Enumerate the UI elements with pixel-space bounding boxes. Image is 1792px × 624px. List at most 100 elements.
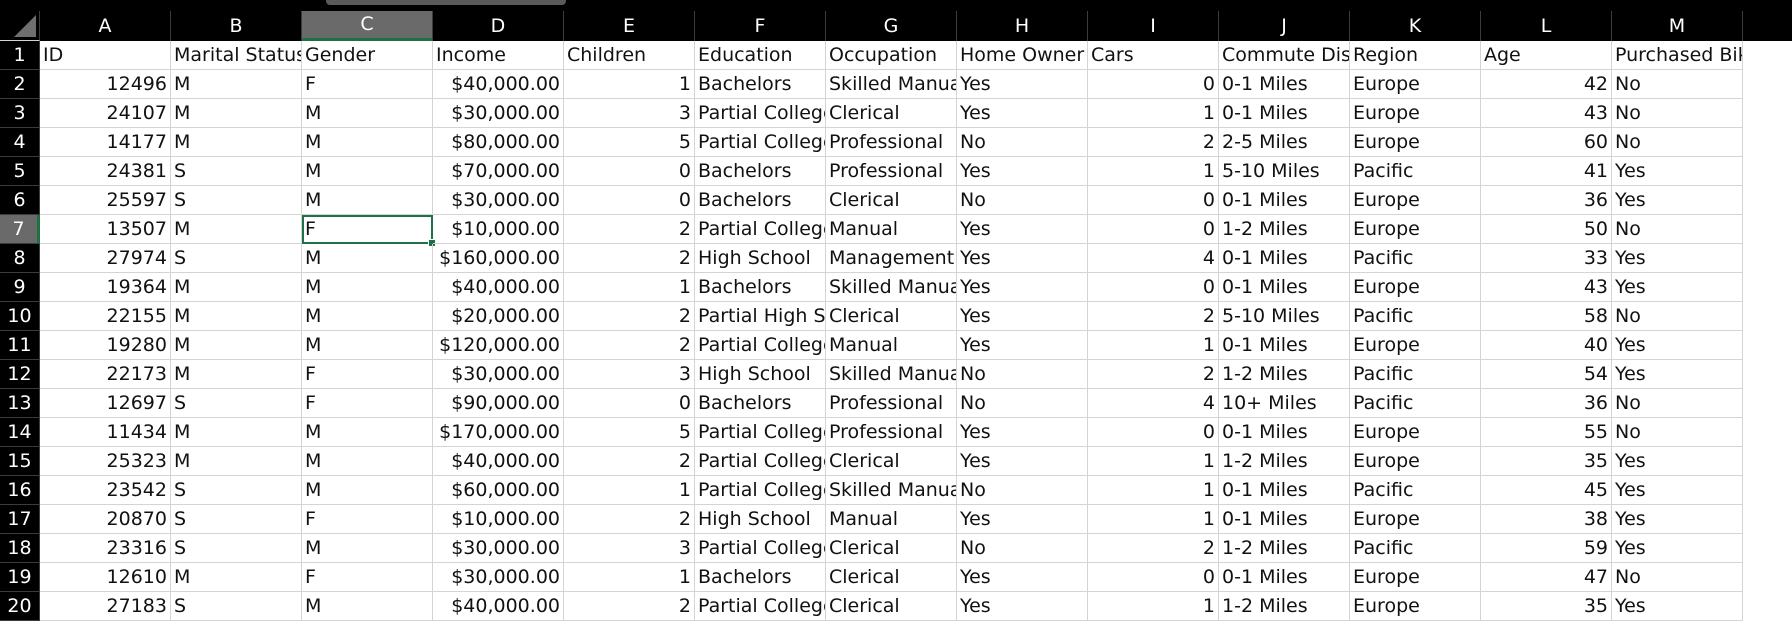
cell-e2[interactable]: 1	[564, 70, 695, 99]
cell-j15[interactable]: 1-2 Miles	[1219, 447, 1350, 476]
cell-l6[interactable]: 36	[1481, 186, 1612, 215]
cell-e15[interactable]: 2	[564, 447, 695, 476]
cell-k7[interactable]: Europe	[1350, 215, 1481, 244]
cell-k18[interactable]: Pacific	[1350, 534, 1481, 563]
cell-i19[interactable]: 0	[1088, 563, 1219, 592]
cell-f8[interactable]: High School	[695, 244, 826, 273]
cell-d3[interactable]: $30,000.00	[433, 99, 564, 128]
cell-h8[interactable]: Yes	[957, 244, 1088, 273]
row-header-10[interactable]: 10	[0, 302, 40, 331]
cell-e6[interactable]: 0	[564, 186, 695, 215]
cell-a11[interactable]: 19280	[40, 331, 171, 360]
cell-l3[interactable]: 43	[1481, 99, 1612, 128]
cell-b19[interactable]: M	[171, 563, 302, 592]
cell-f16[interactable]: Partial College	[695, 476, 826, 505]
cell-a4[interactable]: 14177	[40, 128, 171, 157]
cell-d15[interactable]: $40,000.00	[433, 447, 564, 476]
cell-i17[interactable]: 1	[1088, 505, 1219, 534]
cell-c3[interactable]: M	[302, 99, 433, 128]
cell-j16[interactable]: 0-1 Miles	[1219, 476, 1350, 505]
cell-l15[interactable]: 35	[1481, 447, 1612, 476]
cell-i14[interactable]: 0	[1088, 418, 1219, 447]
column-header-f[interactable]: F	[695, 11, 826, 41]
cell-i20[interactable]: 1	[1088, 592, 1219, 621]
row-header-19[interactable]: 19	[0, 563, 40, 592]
cell-k12[interactable]: Pacific	[1350, 360, 1481, 389]
cell-c8[interactable]: M	[302, 244, 433, 273]
cell-i10[interactable]: 2	[1088, 302, 1219, 331]
cell-a20[interactable]: 27183	[40, 592, 171, 621]
cell-b13[interactable]: S	[171, 389, 302, 418]
cell-g18[interactable]: Clerical	[826, 534, 957, 563]
cell-m19[interactable]: No	[1612, 563, 1743, 592]
cell-b8[interactable]: S	[171, 244, 302, 273]
cell-h16[interactable]: No	[957, 476, 1088, 505]
cell-g8[interactable]: Management	[826, 244, 957, 273]
cell-g4[interactable]: Professional	[826, 128, 957, 157]
cell-d11[interactable]: $120,000.00	[433, 331, 564, 360]
cell-h20[interactable]: Yes	[957, 592, 1088, 621]
cell-g6[interactable]: Clerical	[826, 186, 957, 215]
cell-e14[interactable]: 5	[564, 418, 695, 447]
cell-e11[interactable]: 2	[564, 331, 695, 360]
cell-a18[interactable]: 23316	[40, 534, 171, 563]
cell-m3[interactable]: No	[1612, 99, 1743, 128]
cell-g12[interactable]: Skilled Manual	[826, 360, 957, 389]
column-title-j[interactable]: Commute Distance	[1219, 41, 1350, 70]
cell-l5[interactable]: 41	[1481, 157, 1612, 186]
cell-a10[interactable]: 22155	[40, 302, 171, 331]
cell-g10[interactable]: Clerical	[826, 302, 957, 331]
cell-c11[interactable]: M	[302, 331, 433, 360]
column-header-m[interactable]: M	[1612, 11, 1743, 41]
cell-e12[interactable]: 3	[564, 360, 695, 389]
row-header-15[interactable]: 15	[0, 447, 40, 476]
cell-j12[interactable]: 1-2 Miles	[1219, 360, 1350, 389]
cell-j13[interactable]: 10+ Miles	[1219, 389, 1350, 418]
cell-g9[interactable]: Skilled Manual	[826, 273, 957, 302]
cell-i15[interactable]: 1	[1088, 447, 1219, 476]
cell-e4[interactable]: 5	[564, 128, 695, 157]
cell-m13[interactable]: No	[1612, 389, 1743, 418]
cell-c20[interactable]: M	[302, 592, 433, 621]
cell-f14[interactable]: Partial College	[695, 418, 826, 447]
cell-j8[interactable]: 0-1 Miles	[1219, 244, 1350, 273]
cell-m8[interactable]: Yes	[1612, 244, 1743, 273]
cell-d13[interactable]: $90,000.00	[433, 389, 564, 418]
cell-k20[interactable]: Europe	[1350, 592, 1481, 621]
cell-c14[interactable]: M	[302, 418, 433, 447]
cell-c17[interactable]: F	[302, 505, 433, 534]
cell-d8[interactable]: $160,000.00	[433, 244, 564, 273]
cell-l9[interactable]: 43	[1481, 273, 1612, 302]
cell-l11[interactable]: 40	[1481, 331, 1612, 360]
column-header-i[interactable]: I	[1088, 11, 1219, 41]
cell-l2[interactable]: 42	[1481, 70, 1612, 99]
cell-j5[interactable]: 5-10 Miles	[1219, 157, 1350, 186]
cell-d6[interactable]: $30,000.00	[433, 186, 564, 215]
cell-h4[interactable]: No	[957, 128, 1088, 157]
cell-d14[interactable]: $170,000.00	[433, 418, 564, 447]
row-header-13[interactable]: 13	[0, 389, 40, 418]
column-title-m[interactable]: Purchased Bike	[1612, 41, 1743, 70]
cell-f19[interactable]: Bachelors	[695, 563, 826, 592]
cell-c15[interactable]: M	[302, 447, 433, 476]
cell-e20[interactable]: 2	[564, 592, 695, 621]
cell-d2[interactable]: $40,000.00	[433, 70, 564, 99]
cell-i2[interactable]: 0	[1088, 70, 1219, 99]
column-header-e[interactable]: E	[564, 11, 695, 41]
cell-e19[interactable]: 1	[564, 563, 695, 592]
cell-a3[interactable]: 24107	[40, 99, 171, 128]
cell-d16[interactable]: $60,000.00	[433, 476, 564, 505]
column-header-c[interactable]: C	[302, 11, 433, 41]
cell-k4[interactable]: Europe	[1350, 128, 1481, 157]
cell-f7[interactable]: Partial College	[695, 215, 826, 244]
cell-h5[interactable]: Yes	[957, 157, 1088, 186]
cell-a7[interactable]: 13507	[40, 215, 171, 244]
cell-k9[interactable]: Europe	[1350, 273, 1481, 302]
cell-l16[interactable]: 45	[1481, 476, 1612, 505]
cell-l19[interactable]: 47	[1481, 563, 1612, 592]
cell-f5[interactable]: Bachelors	[695, 157, 826, 186]
cell-a16[interactable]: 23542	[40, 476, 171, 505]
cell-j4[interactable]: 2-5 Miles	[1219, 128, 1350, 157]
cell-c5[interactable]: M	[302, 157, 433, 186]
cell-g5[interactable]: Professional	[826, 157, 957, 186]
